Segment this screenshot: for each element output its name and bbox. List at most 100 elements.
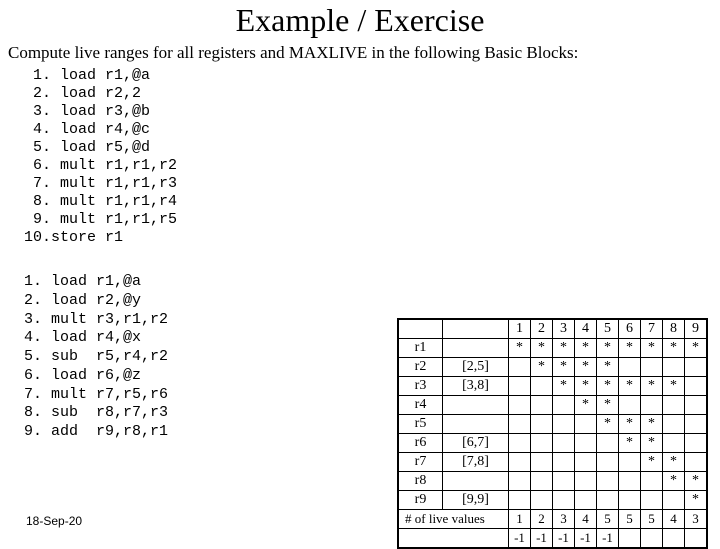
bottom-label-cell [399,529,509,548]
table-row: r9[9,9] * [399,491,707,510]
bottom-value-cell [619,529,641,548]
mark-cell [685,453,707,472]
mark-cell [509,434,531,453]
live-value-cell: 1 [509,510,531,529]
mark-cell [619,358,641,377]
live-value-cell: 4 [663,510,685,529]
column-header: 4 [575,320,597,339]
mark-cell [509,377,531,396]
table-row: r5*** [399,415,707,434]
range-cell: [3,8] [443,377,509,396]
mark-cell: * [597,339,619,358]
range-cell: [2,5] [443,358,509,377]
mark-cell [531,415,553,434]
mark-cell [641,472,663,491]
mark-cell [685,358,707,377]
live-value-cell: 3 [685,510,707,529]
page-title: Example / Exercise [0,0,720,39]
mark-cell: * [531,339,553,358]
mark-cell [663,358,685,377]
header-cell [399,320,443,339]
mark-cell [575,415,597,434]
live-values-label: # of live values [399,510,509,529]
bottom-row: -1-1-1-1-1 [399,529,707,548]
mark-cell [531,472,553,491]
mark-cell [663,396,685,415]
bottom-value-cell [663,529,685,548]
range-cell [443,339,509,358]
mark-cell [509,415,531,434]
register-cell: r2 [399,358,443,377]
mark-cell [531,434,553,453]
range-cell: [7,8] [443,453,509,472]
mark-cell: * [553,339,575,358]
mark-cell [509,396,531,415]
mark-cell [509,453,531,472]
mark-cell [663,415,685,434]
range-cell: [6,7] [443,434,509,453]
mark-cell: * [619,339,641,358]
column-header: 5 [597,320,619,339]
mark-cell [553,434,575,453]
mark-cell [553,453,575,472]
mark-cell [619,396,641,415]
range-cell: [9,9] [443,491,509,510]
live-range-table: 123456789r1*********r2[2,5]****r3[3,8]**… [397,318,708,549]
mark-cell [553,491,575,510]
mark-cell [531,377,553,396]
header-cell [443,320,509,339]
mark-cell: * [663,377,685,396]
register-cell: r1 [399,339,443,358]
mark-cell [575,472,597,491]
mark-cell: * [641,339,663,358]
mark-cell: * [685,339,707,358]
mark-cell: * [685,472,707,491]
mark-cell [531,396,553,415]
mark-cell: * [575,339,597,358]
live-value-cell: 3 [553,510,575,529]
register-cell: r5 [399,415,443,434]
mark-cell [663,434,685,453]
mark-cell: * [597,377,619,396]
mark-cell [619,453,641,472]
register-cell: r4 [399,396,443,415]
mark-cell [553,396,575,415]
mark-cell [641,358,663,377]
bottom-value-cell: -1 [531,529,553,548]
mark-cell [575,491,597,510]
mark-cell [685,415,707,434]
mark-cell [553,415,575,434]
mark-cell: * [553,358,575,377]
live-value-cell: 5 [597,510,619,529]
bottom-value-cell: -1 [553,529,575,548]
mark-cell [509,472,531,491]
bottom-value-cell [641,529,663,548]
mark-cell [597,434,619,453]
mark-cell: * [619,377,641,396]
mark-cell [685,396,707,415]
mark-cell: * [663,472,685,491]
mark-cell [509,491,531,510]
subtitle-text: Compute live ranges for all registers an… [0,39,720,67]
mark-cell [619,491,641,510]
column-header: 3 [553,320,575,339]
register-cell: r9 [399,491,443,510]
mark-cell: * [575,377,597,396]
table-row: r8** [399,472,707,491]
table-row: r2[2,5]**** [399,358,707,377]
column-header: 8 [663,320,685,339]
mark-cell: * [553,377,575,396]
mark-cell: * [597,358,619,377]
mark-cell [663,491,685,510]
mark-cell: * [509,339,531,358]
column-header: 7 [641,320,663,339]
mark-cell [575,453,597,472]
mark-cell: * [597,415,619,434]
table-row: r6[6,7]** [399,434,707,453]
mark-cell: * [597,396,619,415]
column-header: 9 [685,320,707,339]
mark-cell: * [685,491,707,510]
mark-cell: * [531,358,553,377]
live-values-row: # of live values123455543 [399,510,707,529]
range-cell [443,415,509,434]
